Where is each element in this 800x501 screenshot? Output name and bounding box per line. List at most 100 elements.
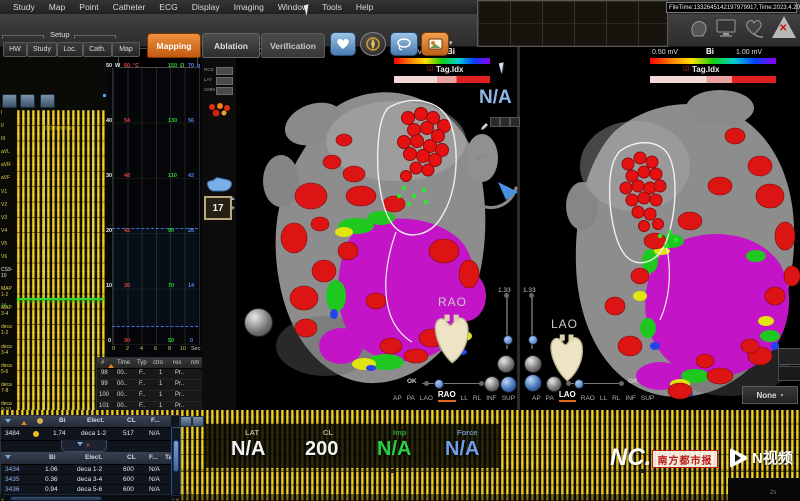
orient-pa[interactable]: PA [407, 395, 415, 402]
menu-tools[interactable]: Tools [315, 2, 349, 12]
pan-slider-left[interactable] [422, 383, 482, 384]
heart-cable-icon[interactable] [743, 18, 767, 40]
pan-slider-handle-right[interactable] [574, 379, 584, 389]
side-mini-panel[interactable] [778, 348, 800, 365]
menu-imaging[interactable]: Imaging [227, 2, 271, 12]
orient-sup[interactable]: SUP [641, 395, 654, 402]
points-table-vscrollbar-thumb[interactable] [173, 440, 179, 472]
tag-checkbox-icon-right[interactable]: ☑ [683, 66, 689, 73]
ecg-window-button-2[interactable] [20, 94, 35, 108]
menu-ecg[interactable]: ECG [152, 2, 184, 12]
tag-checkbox-icon[interactable]: ☑ [427, 66, 433, 73]
filter-icon[interactable] [5, 419, 11, 426]
option-box[interactable] [490, 117, 500, 127]
orient-inf[interactable]: INF [625, 395, 635, 402]
loc-button[interactable]: Loc. [57, 42, 83, 57]
strip-option-box[interactable] [216, 67, 233, 75]
option-box[interactable] [510, 117, 520, 127]
sweep-speed-label: 100 mm/sec [42, 126, 75, 132]
menu-point[interactable]: Point [72, 2, 105, 12]
ablation-tab[interactable]: Ablation [202, 33, 260, 58]
mapping-tab[interactable]: Mapping [147, 33, 201, 58]
orient-lao[interactable]: LAO [559, 390, 576, 402]
compass-tool-button[interactable] [360, 32, 386, 56]
zoom-slider-handle[interactable] [503, 335, 513, 345]
menu-catheter[interactable]: Catheter [106, 2, 153, 12]
filter-tab[interactable]: ✕ [61, 440, 107, 452]
pen-icon[interactable] [480, 123, 488, 131]
heart-orientation-icon-right[interactable] [544, 332, 588, 382]
filter-icon[interactable] [5, 455, 11, 462]
tag-colorbar[interactable] [394, 76, 490, 83]
side-mini-panel-2[interactable] [778, 366, 800, 381]
orient-rao[interactable]: RAO [581, 395, 595, 402]
voltage-colorbar-right[interactable] [650, 58, 776, 64]
strip-window-button[interactable] [180, 416, 192, 427]
map-view-left[interactable] [236, 46, 517, 412]
orient-sup[interactable]: SUP [502, 395, 515, 402]
orient-rl[interactable]: RL [612, 395, 620, 402]
point-counter-box[interactable]: 17 [204, 196, 232, 220]
monitor-icon[interactable] [716, 19, 738, 39]
voltage-scale-type-right: Bi [706, 48, 714, 56]
strip-window-button-2[interactable] [192, 416, 204, 427]
orient-rl[interactable]: RL [473, 395, 481, 402]
pan-slider-handle[interactable] [434, 379, 444, 389]
snapshot-tool-button[interactable] [421, 32, 449, 56]
ecg-window-button-3[interactable] [40, 94, 55, 108]
heart-wing-icon [336, 38, 350, 50]
orient-ll[interactable]: LL [600, 395, 607, 402]
menu-help[interactable]: Help [349, 2, 380, 12]
force-value: N/A [445, 439, 479, 459]
menu-display[interactable]: Display [185, 2, 227, 12]
signal-popup-window[interactable] [477, 0, 668, 47]
study-button[interactable]: Study [27, 42, 57, 57]
hw-button[interactable]: HW [3, 42, 27, 57]
ecg-window-button-1[interactable] [2, 94, 17, 108]
lead-label: deca 1-2 [1, 324, 16, 336]
map-button[interactable]: Map [112, 42, 140, 57]
ecg-cursor-line-2[interactable] [92, 110, 93, 432]
snapshot-dropdown-arrow[interactable]: ▾ [449, 40, 453, 47]
acquire-map-button[interactable] [330, 32, 356, 56]
heart-orientation-icon[interactable] [428, 312, 474, 364]
zoom-slider-handle-right[interactable] [528, 335, 538, 345]
patient-head-icon[interactable] [688, 18, 710, 40]
orient-rao[interactable]: RAO [438, 390, 456, 402]
ecg-cursor-line[interactable] [44, 110, 45, 432]
panel-corner-marker [103, 94, 106, 97]
zoom-slider-left[interactable] [506, 297, 508, 349]
orient-ap[interactable]: AP [393, 395, 402, 402]
pin-icon [37, 418, 43, 424]
strip-option-box[interactable] [216, 87, 233, 95]
menu-map[interactable]: Map [42, 2, 73, 12]
verification-tab[interactable]: Verification [261, 33, 325, 58]
sort-asc-icon[interactable] [21, 418, 27, 425]
heart-map-left[interactable] [236, 46, 517, 412]
view-sphere-button[interactable] [497, 355, 515, 373]
orient-ll[interactable]: LL [461, 395, 468, 402]
tag-colorbar-right[interactable] [650, 76, 776, 83]
cath-button[interactable]: Cath. [83, 42, 112, 57]
orient-ap[interactable]: AP [532, 395, 541, 402]
pan-slider-right[interactable] [566, 383, 622, 384]
zoom-slider-right[interactable] [531, 297, 533, 349]
points-table-row[interactable]: 3436 0.94 deca 5-6 600 N/A [1, 484, 171, 494]
orient-lao[interactable]: LAO [420, 395, 433, 402]
hand-tool-icon[interactable] [204, 176, 234, 194]
rotation-trackball[interactable] [244, 308, 273, 337]
option-box[interactable] [500, 117, 510, 127]
menu-study[interactable]: Study [6, 2, 42, 12]
lesion-points-icon[interactable] [206, 102, 232, 118]
pen-options-row [480, 118, 488, 136]
view-sphere-button-right[interactable] [524, 355, 542, 373]
voltage-colorbar[interactable] [394, 58, 490, 64]
orient-inf[interactable]: INF [486, 395, 496, 402]
orient-pa[interactable]: PA [546, 395, 554, 402]
map-type-dropdown[interactable]: None ▾ [742, 386, 798, 404]
lasso-tool-button[interactable] [390, 32, 418, 56]
points-table-vscrollbar[interactable] [171, 427, 181, 496]
strip-option-box[interactable] [216, 77, 233, 85]
annotation-table-row[interactable]: 3484 1.74 deca 1-2 517 N/A [1, 427, 171, 441]
lead-label: II [1, 123, 16, 129]
